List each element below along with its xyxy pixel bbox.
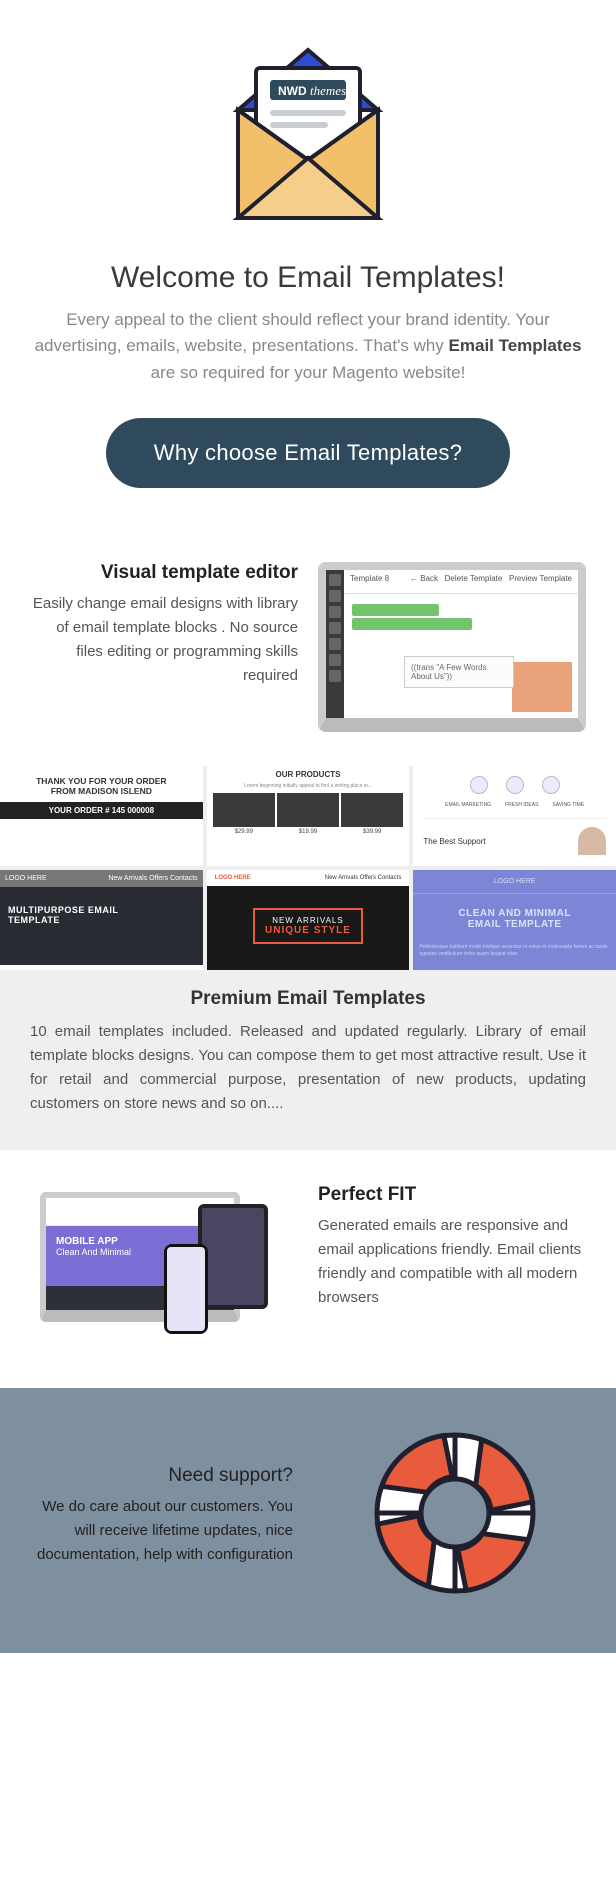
template-thumb-1: THANK YOU FOR YOUR ORDER FROM MADISON IS… bbox=[0, 766, 203, 866]
support-text: Need support? We do care about our custo… bbox=[30, 1465, 293, 1567]
mock-back: ← Back bbox=[410, 574, 438, 583]
template-thumb-2: OUR PRODUCTS Lorem beginning initially a… bbox=[207, 766, 410, 866]
hero-section: NWD themes Welcome to Email Templates! E… bbox=[0, 0, 616, 528]
feature1-title: Visual template editor bbox=[30, 562, 298, 584]
envelope-illustration: NWD themes bbox=[30, 30, 586, 245]
support-title: Need support? bbox=[30, 1465, 293, 1487]
template-thumb-5: LOGO HERENew Arrivals Offers Contacts NE… bbox=[207, 870, 410, 970]
cta-button[interactable]: Why choose Email Templates? bbox=[106, 418, 511, 488]
feature1-image: Template 8 ← Back Delete Template Previe… bbox=[318, 562, 586, 732]
feature2-text: Perfect FIT Generated emails are respons… bbox=[318, 1184, 586, 1310]
premium-title: Premium Email Templates bbox=[0, 988, 616, 1010]
feature-visual-editor: Visual template editor Easily change ema… bbox=[0, 528, 616, 766]
feature1-text: Visual template editor Easily change ema… bbox=[30, 562, 298, 688]
mock-prev: Preview Template bbox=[509, 574, 572, 583]
support-body: We do care about our customers. You will… bbox=[30, 1495, 293, 1567]
hero-lead-part2: are so required for your Magento website… bbox=[151, 363, 466, 382]
feature2-image: MOBILE APP Clean And Minimal bbox=[30, 1184, 298, 1354]
hero-title: Welcome to Email Templates! bbox=[30, 261, 586, 295]
laptop-mockup: Template 8 ← Back Delete Template Previe… bbox=[318, 562, 586, 732]
svg-text:NWD: NWD bbox=[278, 84, 307, 98]
templates-grid: THANK YOU FOR YOUR ORDER FROM MADISON IS… bbox=[0, 766, 616, 988]
feature-perfect-fit: MOBILE APP Clean And Minimal Perfect FIT… bbox=[0, 1150, 616, 1388]
feature2-body: Generated emails are responsive and emai… bbox=[318, 1214, 586, 1310]
feature1-body: Easily change email designs with library… bbox=[30, 592, 298, 688]
template-thumb-4: LOGO HERENew Arrivals Offers Contacts MU… bbox=[0, 870, 203, 970]
feature2-title: Perfect FIT bbox=[318, 1184, 586, 1206]
devices-mockup: MOBILE APP Clean And Minimal bbox=[30, 1184, 298, 1354]
hero-lead: Every appeal to the client should reflec… bbox=[30, 307, 586, 386]
hero-lead-bold: Email Templates bbox=[449, 336, 582, 355]
premium-body: 10 email templates included. Released an… bbox=[0, 1020, 616, 1116]
svg-text:themes: themes bbox=[310, 83, 346, 98]
support-section: Need support? We do care about our custo… bbox=[0, 1388, 616, 1653]
template-thumb-6: LOGO HERE CLEAN AND MINIMALEMAIL TEMPLAT… bbox=[413, 870, 616, 970]
mock-del: Delete Template bbox=[445, 574, 503, 583]
lifebuoy-icon bbox=[323, 1428, 586, 1603]
template-thumb-3: EMAIL MARKETINGFRESH IDEASSAVING TIME Th… bbox=[413, 766, 616, 866]
premium-section: THANK YOU FOR YOUR ORDER FROM MADISON IS… bbox=[0, 766, 616, 1150]
mock-title: Template 8 bbox=[350, 574, 389, 589]
mock-note: ((trans "A Few Words About Us")) bbox=[404, 656, 514, 688]
